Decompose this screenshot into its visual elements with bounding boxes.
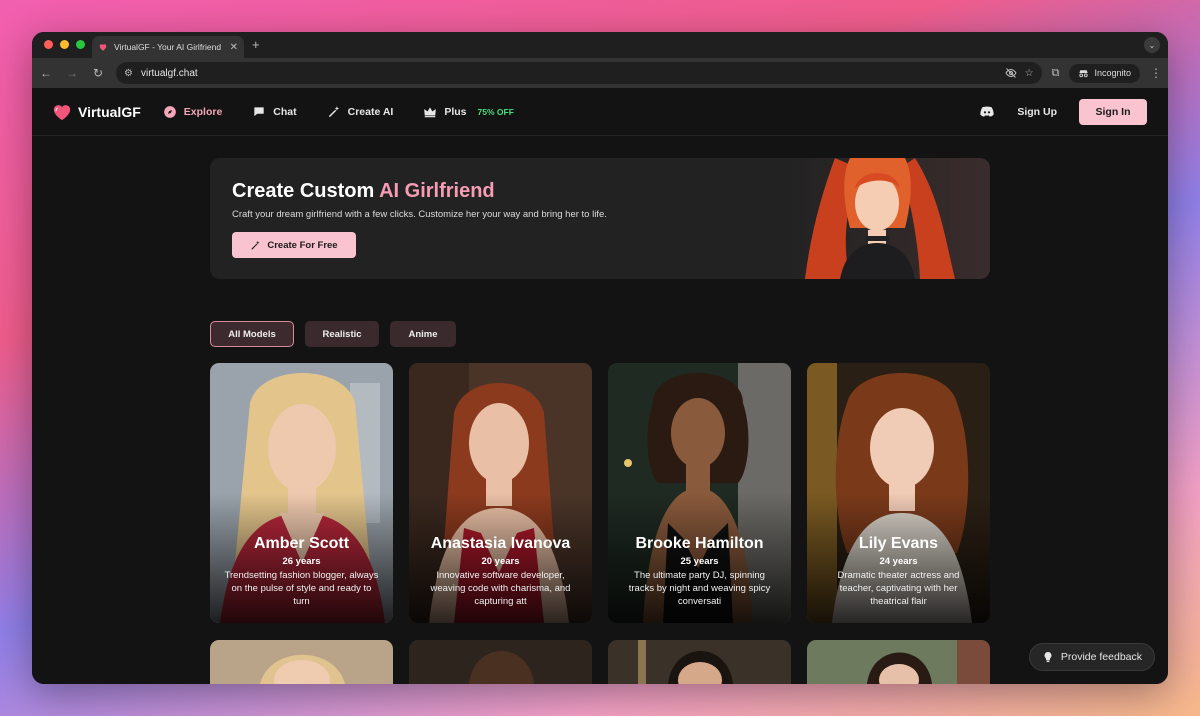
model-photo — [807, 640, 990, 684]
tab-search-icon[interactable]: ⌄ — [1144, 37, 1160, 53]
create-for-free-button[interactable]: Create For Free — [232, 232, 356, 258]
chat-bubble-icon — [254, 106, 264, 116]
new-tab-icon[interactable]: + — [252, 37, 260, 52]
site-page: VirtualGF Explore Chat Create AI Plus 75… — [32, 88, 1168, 684]
filter-realistic[interactable]: Realistic — [305, 321, 379, 347]
tab-title: VirtualGF - Your AI Girlfriend — [114, 42, 222, 52]
filter-chips: All Models Realistic Anime — [210, 321, 456, 347]
nav-create-ai-label: Create AI — [347, 105, 394, 118]
eye-off-icon[interactable] — [1005, 67, 1017, 79]
nav-plus-label: Plus — [444, 105, 467, 118]
filter-anime[interactable]: Anime — [390, 321, 456, 347]
provide-feedback-button[interactable]: Provide feedback — [1028, 643, 1155, 671]
close-tab-icon[interactable]: ✕ — [230, 42, 238, 53]
window-controls — [44, 40, 85, 49]
model-age: 24 years — [879, 556, 918, 567]
main-nav: Explore Chat Create AI Plus 75% OFF — [163, 105, 514, 119]
heart-favicon-icon — [99, 44, 107, 51]
hero-title-main: Create Custom — [232, 180, 380, 202]
model-name: Lily Evans — [858, 535, 939, 552]
nav-chat[interactable]: Chat — [252, 105, 297, 119]
maximize-window-button[interactable] — [76, 40, 85, 49]
model-photo — [409, 640, 592, 684]
nav-explore-label: Explore — [183, 105, 223, 118]
model-age: 25 years — [680, 556, 719, 567]
model-age: 20 years — [481, 556, 520, 567]
hero-subtitle: Craft your dream girlfriend with a few c… — [232, 209, 607, 220]
incognito-icon — [1079, 69, 1089, 77]
model-description: Trendsetting fashion blogger, always on … — [224, 570, 379, 607]
tab-strip: VirtualGF - Your AI Girlfriend ✕ + ⌄ — [32, 32, 1168, 58]
incognito-label: Incognito — [1094, 68, 1131, 78]
address-bar[interactable]: ⚙ virtualgf.chat ☆ — [116, 62, 1042, 84]
magic-wand-icon — [328, 105, 339, 117]
model-name: Anastasia Ivanova — [430, 535, 571, 552]
model-card-partial[interactable] — [409, 640, 592, 684]
model-photo — [608, 640, 791, 684]
heart-logo-icon — [53, 104, 71, 120]
lightbulb-icon — [1044, 652, 1052, 662]
model-card-lily-evans[interactable]: Lily Evans 24 years Dramatic theater act… — [807, 363, 990, 623]
compass-icon — [163, 105, 176, 118]
forward-arrow-icon[interactable]: → — [64, 66, 80, 80]
provide-feedback-label: Provide feedback — [1060, 651, 1142, 663]
nav-plus[interactable]: Plus 75% OFF — [423, 105, 514, 119]
anime-girl-illustration — [780, 158, 990, 279]
model-name: Brooke Hamilton — [635, 535, 764, 552]
model-age: 26 years — [282, 556, 321, 567]
close-window-button[interactable] — [44, 40, 53, 49]
hero-title: Create Custom AI Girlfriend — [232, 180, 495, 203]
browser-menu-icon[interactable]: ⋮ — [1150, 66, 1162, 80]
nav-explore[interactable]: Explore — [163, 105, 223, 119]
model-card-partial[interactable] — [608, 640, 791, 684]
model-card-amber-scott[interactable]: Amber Scott 26 years Trendsetting fashio… — [210, 363, 393, 623]
model-name: Amber Scott — [253, 535, 350, 552]
discord-icon[interactable] — [979, 104, 995, 120]
model-description: Innovative software developer, weaving c… — [430, 570, 571, 607]
brand-name: VirtualGF — [78, 103, 141, 120]
crown-icon — [424, 106, 437, 117]
site-settings-icon[interactable]: ⚙ — [124, 68, 133, 79]
model-description: The ultimate party DJ, spinning tracks b… — [628, 570, 771, 607]
model-card-partial[interactable] — [210, 640, 393, 684]
hero-banner: Create Custom AI Girlfriend Craft your d… — [210, 158, 990, 279]
star-bookmark-icon[interactable]: ☆ — [1025, 68, 1034, 79]
brand-logo[interactable]: VirtualGF — [52, 103, 141, 121]
minimize-window-button[interactable] — [60, 40, 69, 49]
sign-in-button[interactable]: Sign In — [1079, 99, 1147, 125]
nav-chat-label: Chat — [273, 105, 297, 118]
nav-create-ai[interactable]: Create AI — [327, 105, 394, 119]
filter-all-models[interactable]: All Models — [210, 321, 294, 347]
discount-badge: 75% OFF — [477, 106, 514, 117]
incognito-badge[interactable]: Incognito — [1069, 63, 1140, 83]
browser-window: VirtualGF - Your AI Girlfriend ✕ + ⌄ ← →… — [32, 32, 1168, 684]
browser-tab[interactable]: VirtualGF - Your AI Girlfriend ✕ — [92, 36, 244, 58]
model-card-anastasia-ivanova[interactable]: Anastasia Ivanova 20 years Innovative so… — [409, 363, 592, 623]
model-photo — [210, 640, 393, 684]
reload-icon[interactable]: ↻ — [90, 66, 106, 80]
url-text: virtualgf.chat — [140, 67, 198, 79]
sign-up-button[interactable]: Sign Up — [1017, 106, 1057, 118]
site-header: VirtualGF Explore Chat Create AI Plus 75… — [32, 88, 1168, 136]
model-card-brooke-hamilton[interactable]: Brooke Hamilton 25 years The ultimate pa… — [608, 363, 791, 623]
header-actions: Sign Up Sign In — [979, 99, 1147, 125]
back-arrow-icon[interactable]: ← — [38, 66, 54, 80]
model-card-partial[interactable] — [807, 640, 990, 684]
model-description: Dramatic theater actress and teacher, ca… — [837, 570, 960, 607]
browser-toolbar: ← → ↻ ⚙ virtualgf.chat ☆ ⧉ Incognito ⋮ — [32, 58, 1168, 88]
extensions-puzzle-icon[interactable]: ⧉ — [1052, 67, 1060, 80]
hero-title-accent: AI Girlfriend — [379, 180, 495, 202]
create-for-free-label: Create For Free — [267, 239, 338, 251]
magic-wand-icon — [251, 240, 260, 250]
